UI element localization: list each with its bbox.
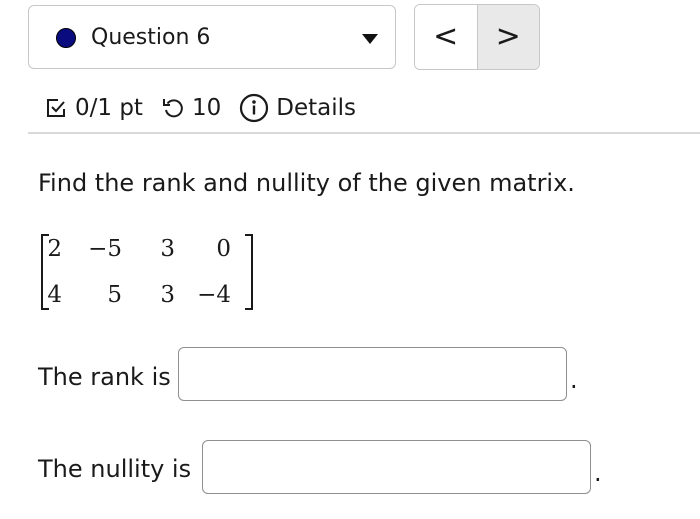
- matrix-cell: 2: [47, 236, 62, 262]
- matrix-right-bracket: [245, 234, 253, 310]
- rank-input[interactable]: [178, 347, 567, 401]
- question-label: Question 6: [91, 25, 211, 50]
- question-meta: 0/1 pt 10 Details: [44, 90, 356, 126]
- details-link[interactable]: Details: [276, 95, 356, 121]
- previous-question-button[interactable]: <: [415, 5, 478, 69]
- matrix-cell: 0: [216, 236, 231, 262]
- question-select[interactable]: Question 6: [28, 5, 396, 69]
- nullity-input[interactable]: [202, 440, 591, 494]
- matrix-cell: −5: [88, 236, 122, 262]
- matrix-cell: 3: [160, 236, 175, 262]
- chevron-right-icon: >: [495, 19, 521, 54]
- rank-period: .: [570, 366, 578, 394]
- chevron-left-icon: <: [433, 19, 459, 54]
- nullity-period: .: [594, 459, 602, 487]
- matrix-cell: −4: [197, 282, 231, 308]
- rank-label: The rank is: [38, 363, 171, 391]
- score-text: 0/1 pt: [75, 95, 143, 121]
- checkbox-icon: [44, 96, 68, 120]
- matrix-cell: 4: [47, 282, 62, 308]
- question-prompt: Find the rank and nullity of the given m…: [38, 169, 575, 197]
- matrix-cell: 3: [160, 282, 175, 308]
- matrix-cell: 5: [107, 282, 122, 308]
- dropdown-caret-icon: [362, 34, 378, 44]
- question-status-dot: [56, 28, 76, 48]
- info-icon[interactable]: [239, 93, 269, 123]
- nullity-label: The nullity is: [38, 455, 192, 483]
- divider: [28, 132, 700, 134]
- retry-icon: [161, 96, 185, 120]
- next-question-button[interactable]: >: [477, 5, 539, 69]
- attempts-text: 10: [191, 95, 222, 121]
- question-pager: < >: [414, 4, 540, 70]
- matrix: 2 −5 3 0 4 5 3 −4: [41, 234, 253, 312]
